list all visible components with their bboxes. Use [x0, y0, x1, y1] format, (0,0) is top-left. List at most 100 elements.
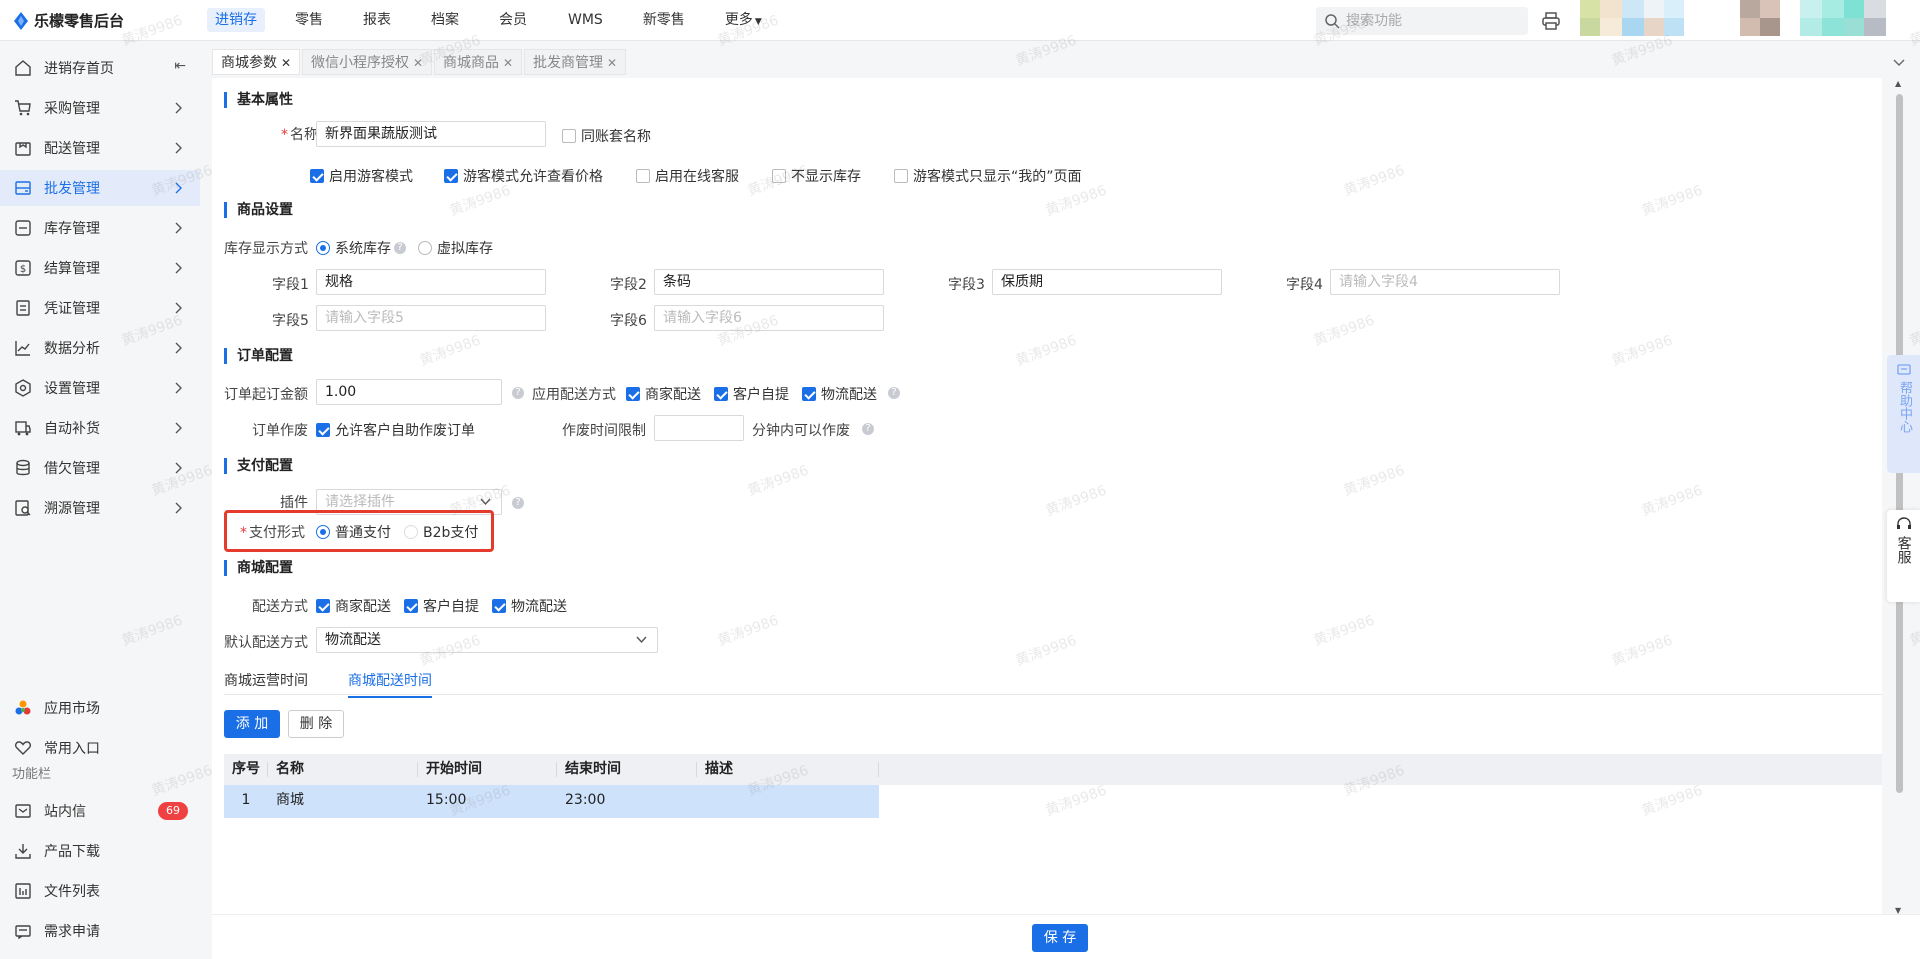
search-icon [1325, 14, 1340, 29]
field6-input[interactable]: 请输入字段6 [654, 305, 884, 331]
main-content: 基本属性 * 名称 新界面果蔬版测试 同账套名称 启用游客模式 游客模式允许查看价… [212, 78, 1882, 914]
radio-virtual-stock[interactable]: 虚拟库存 [418, 238, 493, 258]
sidebar-item-debt[interactable]: 借欠管理 [0, 450, 200, 486]
mall-self-pickup-checkbox[interactable]: 客户自提 [404, 596, 479, 616]
search-input[interactable]: 搜索功能 [1316, 7, 1528, 35]
sidebar-item-wholesale[interactable]: 批发管理 [0, 170, 200, 206]
min-amount-input[interactable]: 1.00 [316, 379, 502, 405]
tab-wholesaler[interactable]: 批发商管理 ✕ [524, 49, 627, 75]
hide-stock-checkbox[interactable]: 不显示库存 [772, 166, 861, 186]
topnav-item-member[interactable]: 会员 [499, 0, 527, 41]
sidebar-item-file-list[interactable]: 文件列表 [0, 873, 200, 909]
order-merchant-delivery-checkbox[interactable]: 商家配送 [626, 384, 701, 404]
guest-view-price-checkbox[interactable]: 游客模式允许查看价格 [444, 166, 603, 186]
sidebar-item-settings[interactable]: 设置管理 [0, 370, 200, 406]
tab-mall-params[interactable]: 商城参数 ✕ [212, 49, 301, 75]
help-icon[interactable]: ? [888, 387, 900, 399]
database-icon [16, 459, 30, 476]
col-start: 开始时间 [418, 762, 557, 777]
add-button[interactable]: 添 加 [224, 710, 280, 738]
sidebar-item-app-market[interactable]: 应用市场 [0, 690, 200, 726]
voucher-icon [16, 300, 30, 316]
section-title-mall: 商城配置 [224, 560, 293, 576]
online-service-checkbox[interactable]: 启用在线客服 [636, 166, 739, 186]
sidebar-item-trace[interactable]: 溯源管理 [0, 490, 200, 526]
tab-wechat-auth[interactable]: 微信小程序授权 ✕ [302, 49, 433, 75]
printer-icon[interactable] [1541, 11, 1561, 31]
collapse-sidebar-icon[interactable]: ⇤ [174, 58, 186, 74]
sidebar-item-purchase[interactable]: 采购管理 [0, 90, 200, 126]
download-icon [15, 844, 31, 859]
help-center-button[interactable]: 帮助中心 [1887, 355, 1920, 473]
close-icon[interactable]: ✕ [281, 56, 291, 70]
delete-button[interactable]: 删 除 [288, 710, 344, 738]
field2-input[interactable]: 条码 [654, 269, 884, 295]
field1-input[interactable]: 规格 [316, 269, 546, 295]
app-title: 乐檬零售后台 [34, 12, 125, 30]
chevron-right-icon [175, 102, 182, 114]
sidebar-item-home[interactable]: 进销存首页 ⇤ [0, 50, 200, 86]
close-icon[interactable]: ✕ [607, 56, 617, 70]
topnav-item-jxc[interactable]: 进销存 [207, 0, 265, 41]
topnav-item-wms[interactable]: WMS [568, 0, 603, 41]
help-icon[interactable]: ? [512, 387, 524, 399]
table-row[interactable]: 1 商城 15:00 23:00 [224, 785, 879, 818]
sidebar-item-request[interactable]: 需求申请 [0, 913, 200, 949]
top-bar: 乐檬零售后台 进销存 零售 报表 档案 会员 WMS 新零售 更多 ▼ 搜索功能 [0, 0, 1920, 41]
mall-merchant-delivery-checkbox[interactable]: 商家配送 [316, 596, 391, 616]
section-title-goods: 商品设置 [224, 202, 293, 218]
order-self-pickup-checkbox[interactable]: 客户自提 [714, 384, 789, 404]
tab-operating-hours[interactable]: 商城运营时间 [224, 670, 308, 690]
sidebar-item-inventory[interactable]: 库存管理 [0, 210, 200, 246]
customer-service-button[interactable]: 客服 [1887, 510, 1920, 602]
chevron-right-icon [175, 142, 182, 154]
close-icon[interactable]: ✕ [503, 56, 513, 70]
file-list-icon [15, 883, 31, 899]
mall-logistics-checkbox[interactable]: 物流配送 [492, 596, 567, 616]
tab-mall-goods[interactable]: 商城商品 ✕ [434, 49, 523, 75]
sidebar-item-voucher[interactable]: 凭证管理 [0, 290, 200, 326]
order-logistics-checkbox[interactable]: 物流配送 [802, 384, 877, 404]
sidebar-item-replenish[interactable]: 自动补货 [0, 410, 200, 446]
guest-only-mine-checkbox[interactable]: 游客模式只显示“我的”页面 [894, 166, 1082, 186]
help-icon[interactable]: ? [512, 497, 524, 509]
sidebar-item-analysis[interactable]: 数据分析 [0, 330, 200, 366]
radio-b2b-pay[interactable]: B2b支付 [404, 522, 478, 542]
scroll-up-icon[interactable]: ▲ [1895, 79, 1901, 88]
tab-delivery-hours[interactable]: 商城配送时间 [348, 670, 432, 698]
name-input[interactable]: 新界面果蔬版测试 [316, 121, 546, 147]
topnav-item-more[interactable]: 更多 ▼ [725, 0, 762, 41]
chevron-down-icon[interactable] [1892, 55, 1906, 69]
sidebar-item-delivery[interactable]: 配送管理 [0, 130, 200, 166]
sidebar-item-settlement[interactable]: $ 结算管理 [0, 250, 200, 286]
field3-input[interactable]: 保质期 [992, 269, 1222, 295]
message-icon [1896, 364, 1911, 375]
field4-input[interactable]: 请输入字段4 [1330, 269, 1560, 295]
app-logo[interactable]: 乐檬零售后台 [14, 10, 124, 31]
radio-normal-pay[interactable]: 普通支付 [316, 522, 391, 542]
topnav-item-newretail[interactable]: 新零售 [643, 0, 685, 41]
close-icon[interactable]: ✕ [413, 56, 423, 70]
void-limit-input[interactable] [654, 415, 744, 441]
min-amount-label: 订单起订金额 [224, 387, 308, 403]
sidebar-item-favorites[interactable]: 常用入口 [0, 730, 200, 766]
topnav-item-report[interactable]: 报表 [363, 0, 391, 41]
topnav-item-archive[interactable]: 档案 [431, 0, 459, 41]
guest-mode-checkbox[interactable]: 启用游客模式 [310, 166, 413, 186]
help-icon[interactable]: ? [394, 242, 406, 254]
sidebar: 进销存首页 ⇤ 采购管理 配送管理 批发管理 库存管理 $ 结算管理 凭证管理 … [0, 41, 200, 959]
radio-system-stock[interactable]: 系统库存? [316, 238, 406, 258]
default-delivery-select[interactable]: 物流配送 [316, 627, 658, 653]
topnav-item-retail[interactable]: 零售 [295, 0, 323, 41]
chevron-right-icon [175, 422, 182, 434]
chevron-right-icon [175, 382, 182, 394]
field5-input[interactable]: 请输入字段5 [316, 305, 546, 331]
same-name-checkbox[interactable]: 同账套名称 [562, 126, 651, 146]
row-name-link[interactable]: 商城 [268, 785, 418, 816]
allow-void-checkbox[interactable]: 允许客户自助作废订单 [316, 420, 475, 440]
save-button[interactable]: 保 存 [1032, 924, 1088, 952]
save-bar: 保 存 [212, 914, 1920, 959]
help-icon[interactable]: ? [862, 423, 874, 435]
sidebar-item-download[interactable]: 产品下载 [0, 833, 200, 869]
sidebar-item-messages[interactable]: 站内信 69 [0, 793, 200, 829]
